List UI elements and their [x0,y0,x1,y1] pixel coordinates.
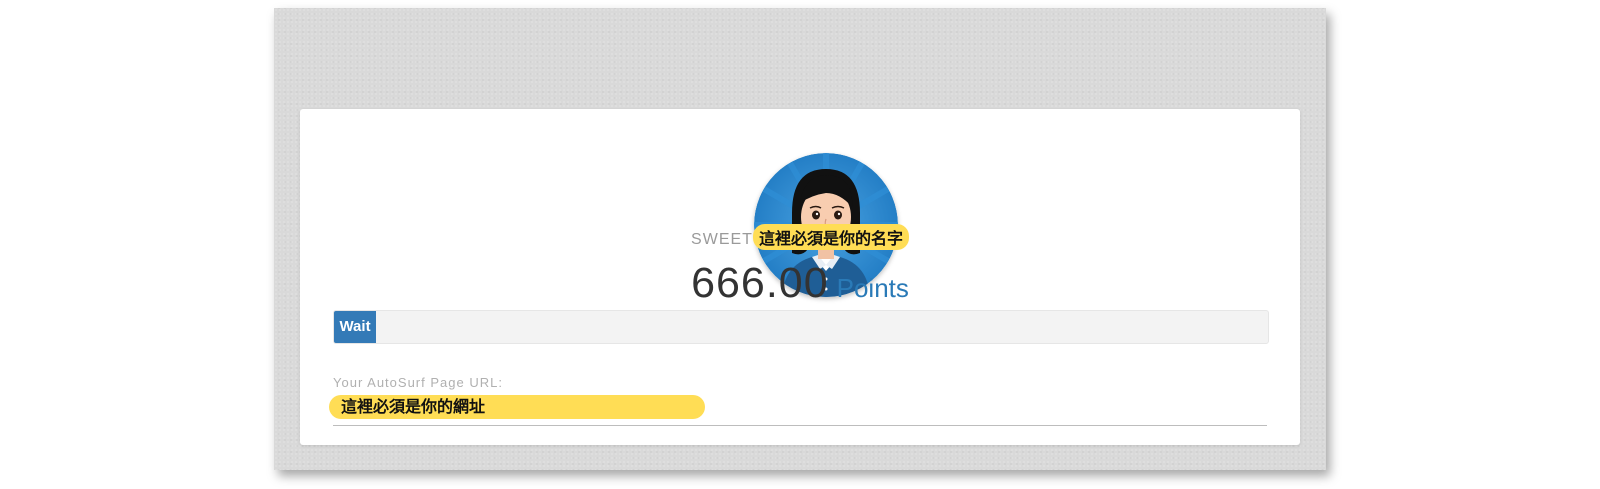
username-highlight: 這裡必須是你的名字 [752,224,909,250]
page-frame: SWEET 這裡必須是你的名字 666.00 Points Wait Your Au… [274,8,1326,470]
url-value[interactable]: 這裡必須是你的網址 [329,395,705,419]
points-unit: Points [836,273,909,303]
progress-fill: Wait [334,311,377,343]
points-value: 666.00 [691,259,829,307]
username-prefix: SWEET [691,231,753,248]
points-display: 666.00 Points [300,259,1300,308]
surf-progress-bar: Wait [333,310,1269,344]
autosurf-url-field[interactable]: 這裡必須是你的網址 [329,395,1267,426]
profile-card: SWEET 這裡必須是你的名字 666.00 Points Wait Your Au… [300,109,1300,445]
username: SWEET 這裡必須是你的名字 [300,224,1300,250]
url-label: Your AutoSurf Page URL: [333,375,503,390]
